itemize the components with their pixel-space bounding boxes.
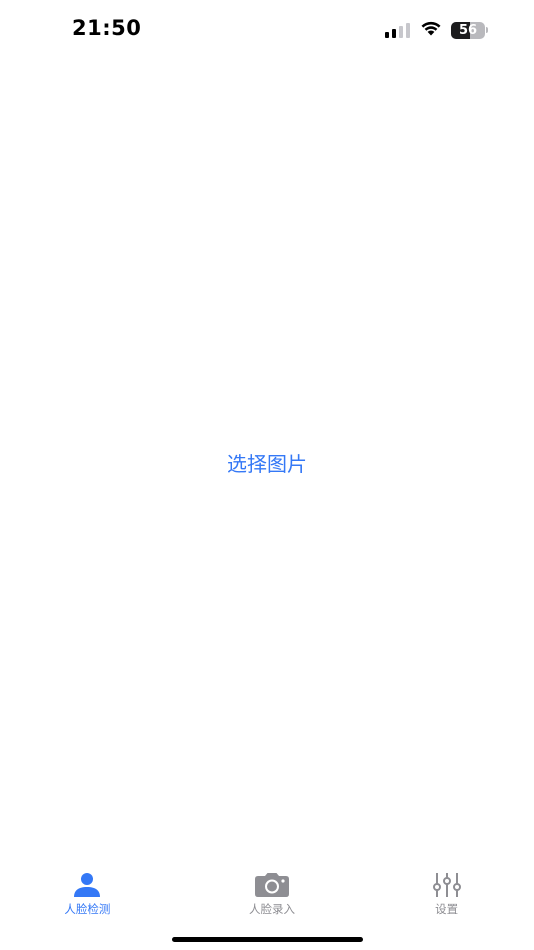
tab-bar: 人脸检测 人脸录入 设置 [0,866,534,926]
tab-face-enrollment[interactable]: 人脸录入 [185,866,360,926]
pick-image-button[interactable]: 选择图片 [0,448,534,477]
sliders-icon [432,866,461,898]
wifi-icon [420,20,442,40]
tab-label: 人脸录入 [249,902,295,916]
camera-icon [254,866,290,898]
status-indicators: 56 [385,19,488,41]
person-icon [73,866,101,898]
battery-level: 56 [458,22,478,38]
home-indicator[interactable] [172,937,363,942]
tab-label: 设置 [435,902,459,916]
tab-settings[interactable]: 设置 [359,866,534,926]
tab-face-detection[interactable]: 人脸检测 [0,866,185,926]
status-bar: 21:50 56 [0,0,534,60]
cellular-signal-icon [385,22,410,38]
status-time: 21:50 [72,16,142,40]
app-screen: 21:50 56 选择图片 人脸检测 人脸录入 设置 [0,0,534,950]
battery-cap [486,27,488,33]
battery-icon: 56 [451,21,485,39]
tab-label: 人脸检测 [64,902,111,916]
